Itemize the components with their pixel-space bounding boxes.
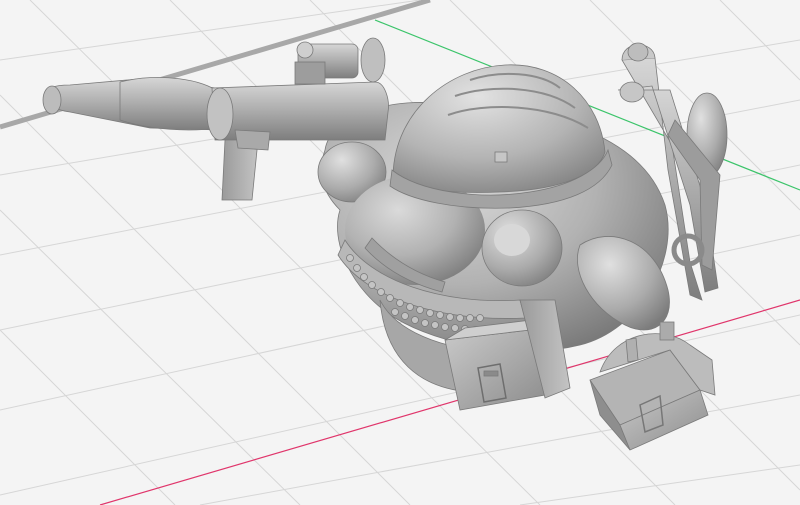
chest bbox=[589, 321, 716, 451]
helmet bbox=[389, 64, 613, 209]
3d-viewport[interactable] bbox=[0, 0, 800, 505]
cheek-highlight bbox=[494, 224, 530, 256]
scene-canvas bbox=[0, 0, 800, 505]
3d-model[interactable] bbox=[42, 37, 728, 451]
small-peg bbox=[625, 337, 639, 363]
